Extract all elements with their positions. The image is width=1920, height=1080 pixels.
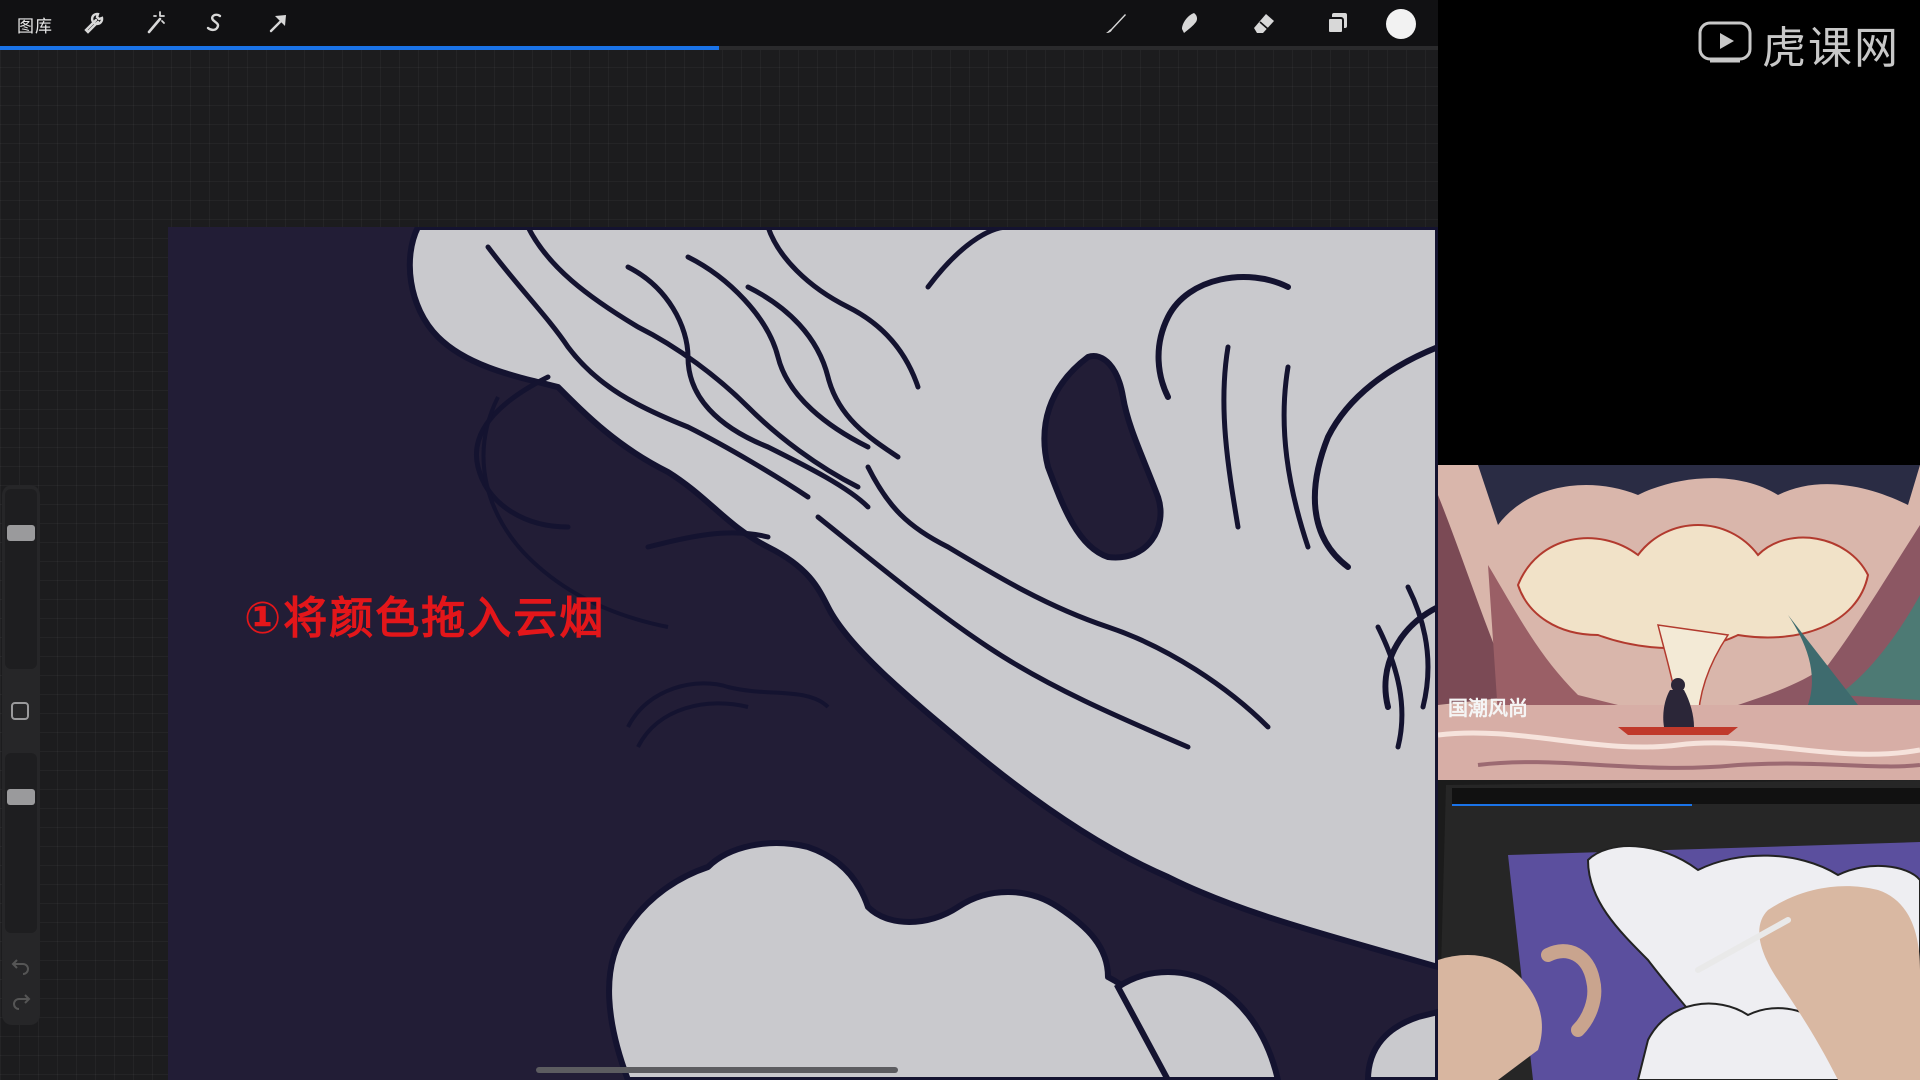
smudge-icon[interactable] — [1174, 8, 1204, 38]
procreate-app: 图库 ①将颜色拖入云烟 — [0, 0, 1438, 1080]
transform-arrow-icon[interactable] — [263, 8, 293, 38]
webcam-video-frame — [1438, 780, 1920, 1080]
brush-size-thumb[interactable] — [7, 525, 35, 542]
huke-watermark: 虎课网 — [1696, 16, 1900, 74]
gallery-button[interactable]: 图库 — [17, 12, 53, 37]
undo-icon[interactable] — [11, 955, 31, 975]
magic-wand-icon[interactable] — [140, 8, 170, 38]
selection-icon[interactable] — [200, 8, 230, 38]
layers-icon[interactable] — [1323, 8, 1353, 38]
reference-artwork-image: 国潮风尚 — [1438, 465, 1920, 780]
brush-size-slider[interactable] — [5, 489, 37, 669]
cloud-artwork — [406, 227, 1438, 1080]
modify-square-icon[interactable] — [11, 702, 29, 720]
reference-artwork: 国潮风尚 — [1438, 465, 1920, 780]
eraser-icon[interactable] — [1248, 8, 1278, 38]
instruction-annotation: ①将颜色拖入云烟 — [244, 593, 606, 644]
brush-sidebar — [2, 485, 40, 1025]
progress-fill — [0, 46, 719, 50]
progress-track — [0, 46, 1438, 50]
color-picker-icon[interactable] — [1386, 9, 1416, 39]
redo-icon[interactable] — [11, 990, 31, 1010]
opacity-thumb[interactable] — [7, 789, 35, 806]
wrench-icon[interactable] — [78, 8, 108, 38]
watermark-text: 虎课网 — [1762, 23, 1900, 74]
top-toolbar: 图库 — [0, 0, 1438, 46]
play-logo-icon — [1696, 17, 1756, 71]
brush-icon[interactable] — [1100, 8, 1130, 38]
webcam-video — [1438, 780, 1920, 1080]
drawing-canvas[interactable] — [168, 227, 1438, 1080]
home-indicator — [536, 1067, 898, 1073]
opacity-slider[interactable] — [5, 753, 37, 933]
reference-title: 国潮风尚 — [1448, 696, 1528, 720]
